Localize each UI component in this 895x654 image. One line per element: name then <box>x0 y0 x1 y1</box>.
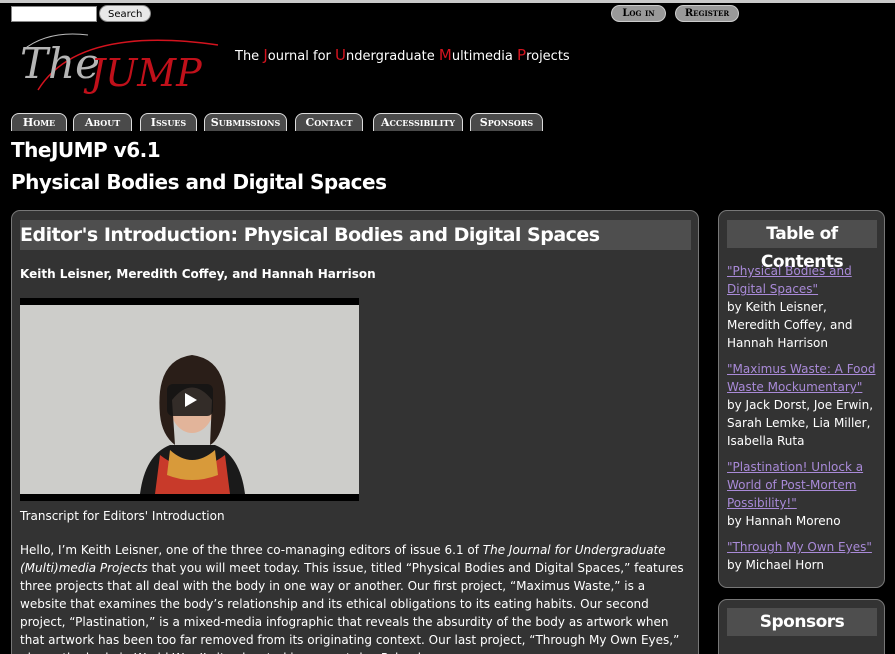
issue-title: TheJUMP v6.1 <box>11 138 161 162</box>
toc-panel: Table of Contents "Physical Bodies and D… <box>718 210 885 588</box>
tagline-text: rojects <box>526 49 570 64</box>
sponsors-heading: Sponsors <box>727 608 877 636</box>
video-thumbnail <box>20 305 359 494</box>
nav-contact[interactable]: Contact <box>295 113 363 131</box>
toc-link-3[interactable]: "Plastination! Unlock a World of Post-Mo… <box>727 458 880 512</box>
nav-accessibility[interactable]: Accessibility <box>373 113 463 131</box>
video-player[interactable] <box>20 298 359 501</box>
nav-submissions[interactable]: Submissions <box>204 113 287 131</box>
tagline-initial: M <box>438 46 452 64</box>
toc-link-4[interactable]: "Through My Own Eyes" <box>727 538 880 556</box>
article-body: Hello, I’m Keith Leisner, one of the thr… <box>20 541 692 654</box>
tagline-text: The <box>235 49 264 64</box>
toc-byline-3: by Hannah Moreno <box>727 514 841 528</box>
issue-subtitle: Physical Bodies and Digital Spaces <box>11 170 387 194</box>
login-button[interactable]: Log in <box>611 5 666 22</box>
body-text-1: Hello, I’m Keith Leisner, one of the thr… <box>20 543 483 557</box>
sponsors-panel: Sponsors <box>718 599 885 654</box>
tagline-text: ultimedia <box>451 49 518 64</box>
toc-link-2[interactable]: "Maximus Waste: A Food Waste Mockumentar… <box>727 360 880 396</box>
toc-heading: Table of Contents <box>727 220 877 272</box>
article-panel: Editor's Introduction: Physical Bodies a… <box>11 210 699 654</box>
register-button[interactable]: Register <box>675 5 739 22</box>
article-authors: Keith Leisner, Meredith Coffey, and Hann… <box>20 267 376 281</box>
logo-jump-text: JUMP <box>83 51 203 95</box>
thejump-logo[interactable]: The JUMP <box>18 20 228 100</box>
tagline-text: ndergraduate <box>346 49 439 64</box>
nav-issues[interactable]: Issues <box>140 113 197 131</box>
toc-byline-4: by Michael Horn <box>727 558 825 572</box>
toc-byline-2: by Jack Dorst, Joe Erwin, Sarah Lemke, L… <box>727 398 874 448</box>
toc-list: "Physical Bodies and Digital Spaces" by … <box>727 262 880 582</box>
play-icon[interactable] <box>167 384 213 416</box>
nav-home[interactable]: Home <box>11 113 67 131</box>
top-border <box>0 0 895 3</box>
tagline-initial: P <box>517 46 527 64</box>
tagline-initial: U <box>335 46 347 64</box>
article-heading: Editor's Introduction: Physical Bodies a… <box>20 220 691 250</box>
site-tagline: The Journal for Undergraduate Multimedia… <box>235 46 570 64</box>
tagline-text: ournal for <box>267 49 336 64</box>
nav-sponsors[interactable]: Sponsors <box>470 113 543 131</box>
transcript-label: Transcript for Editors' Introduction <box>20 509 225 523</box>
nav-about[interactable]: About <box>73 113 132 131</box>
toc-link-1[interactable]: "Physical Bodies and Digital Spaces" <box>727 262 880 298</box>
toc-byline-1: by Keith Leisner, Meredith Coffey, and H… <box>727 300 853 350</box>
logo-the-text: The <box>20 39 100 88</box>
